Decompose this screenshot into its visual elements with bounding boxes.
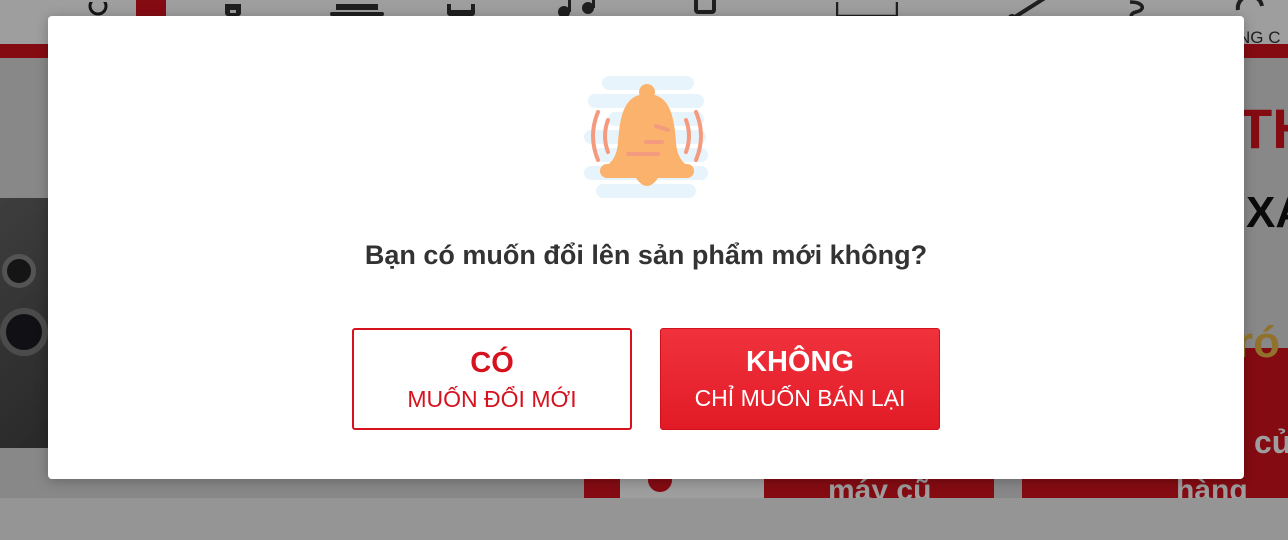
yes-trade-in-button[interactable]: CÓ MUỐN ĐỔI MỚI bbox=[352, 328, 632, 430]
yes-button-subtitle: MUỐN ĐỔI MỚI bbox=[407, 386, 577, 412]
no-button-subtitle: CHỈ MUỐN BÁN LẠI bbox=[694, 385, 906, 411]
trade-in-dialog: Bạn có muốn đổi lên sản phẩm mới không? … bbox=[48, 16, 1244, 479]
no-button-title: KHÔNG bbox=[746, 346, 854, 378]
no-sell-only-button[interactable]: KHÔNG CHỈ MUỐN BÁN LẠI bbox=[660, 328, 940, 430]
dialog-question: Bạn có muốn đổi lên sản phẩm mới không? bbox=[364, 240, 928, 270]
bell-icon bbox=[584, 72, 710, 206]
yes-button-title: CÓ bbox=[470, 347, 514, 379]
